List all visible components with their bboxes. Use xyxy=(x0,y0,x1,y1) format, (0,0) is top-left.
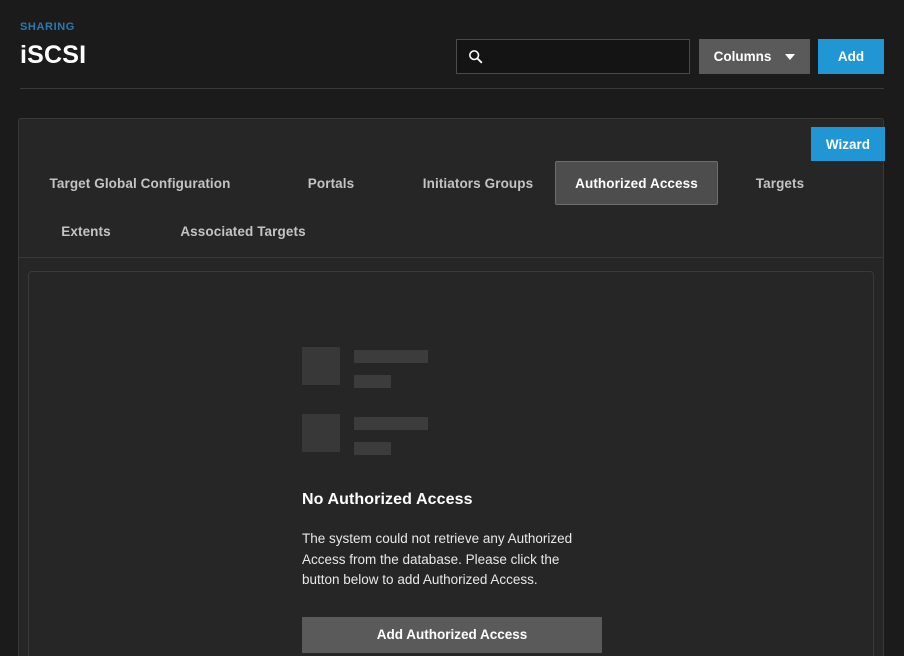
search-box[interactable] xyxy=(456,39,690,74)
tabs-divider xyxy=(19,257,883,258)
skeleton-placeholder-graphic xyxy=(302,347,502,455)
iscsi-card: Wizard Target Global Configuration Porta… xyxy=(18,118,885,656)
tab-targets[interactable]: Targets xyxy=(718,175,842,192)
skeleton-row xyxy=(302,347,502,388)
empty-state-message: The system could not retrieve any Author… xyxy=(302,531,573,587)
skeleton-square xyxy=(302,347,340,385)
add-button[interactable]: Add xyxy=(818,39,884,74)
columns-button-label: Columns xyxy=(713,49,772,64)
chevron-down-icon xyxy=(785,53,796,60)
wizard-button[interactable]: Wizard xyxy=(811,127,885,161)
tab-bar: Target Global Configuration Portals Init… xyxy=(19,159,883,256)
tab-portals[interactable]: Portals xyxy=(261,175,401,192)
iscsi-page: SHARING iSCSI Columns Add Wizard Target … xyxy=(0,0,904,656)
tab-extents[interactable]: Extents xyxy=(19,223,153,240)
empty-state: No Authorized Access The system could no… xyxy=(302,347,622,653)
search-icon xyxy=(469,50,483,64)
skeleton-bar-long xyxy=(354,350,428,363)
tab-row-primary: Target Global Configuration Portals Init… xyxy=(19,159,883,207)
search-input[interactable] xyxy=(483,40,689,73)
tab-row-secondary: Extents Associated Targets xyxy=(19,207,883,255)
tab-initiators-groups[interactable]: Initiators Groups xyxy=(401,175,555,192)
header-divider xyxy=(20,88,884,89)
skeleton-row xyxy=(302,414,502,455)
tab-authorized-access[interactable]: Authorized Access xyxy=(555,161,718,205)
skeleton-lines xyxy=(354,347,428,388)
skeleton-lines xyxy=(354,414,428,455)
skeleton-bar-short xyxy=(354,375,391,388)
page-title: iSCSI xyxy=(20,41,87,69)
columns-button[interactable]: Columns xyxy=(699,39,810,74)
add-authorized-access-button[interactable]: Add Authorized Access xyxy=(302,616,602,653)
content-panel: No Authorized Access The system could no… xyxy=(28,271,874,656)
page-header: SHARING iSCSI Columns Add xyxy=(0,0,904,89)
skeleton-bar-long xyxy=(354,417,428,430)
empty-state-title: No Authorized Access xyxy=(302,491,473,508)
tab-target-global-configuration[interactable]: Target Global Configuration xyxy=(19,175,261,192)
skeleton-bar-short xyxy=(354,442,391,455)
breadcrumb-category: SHARING xyxy=(20,21,75,33)
skeleton-square xyxy=(302,414,340,452)
tab-associated-targets[interactable]: Associated Targets xyxy=(153,223,333,240)
